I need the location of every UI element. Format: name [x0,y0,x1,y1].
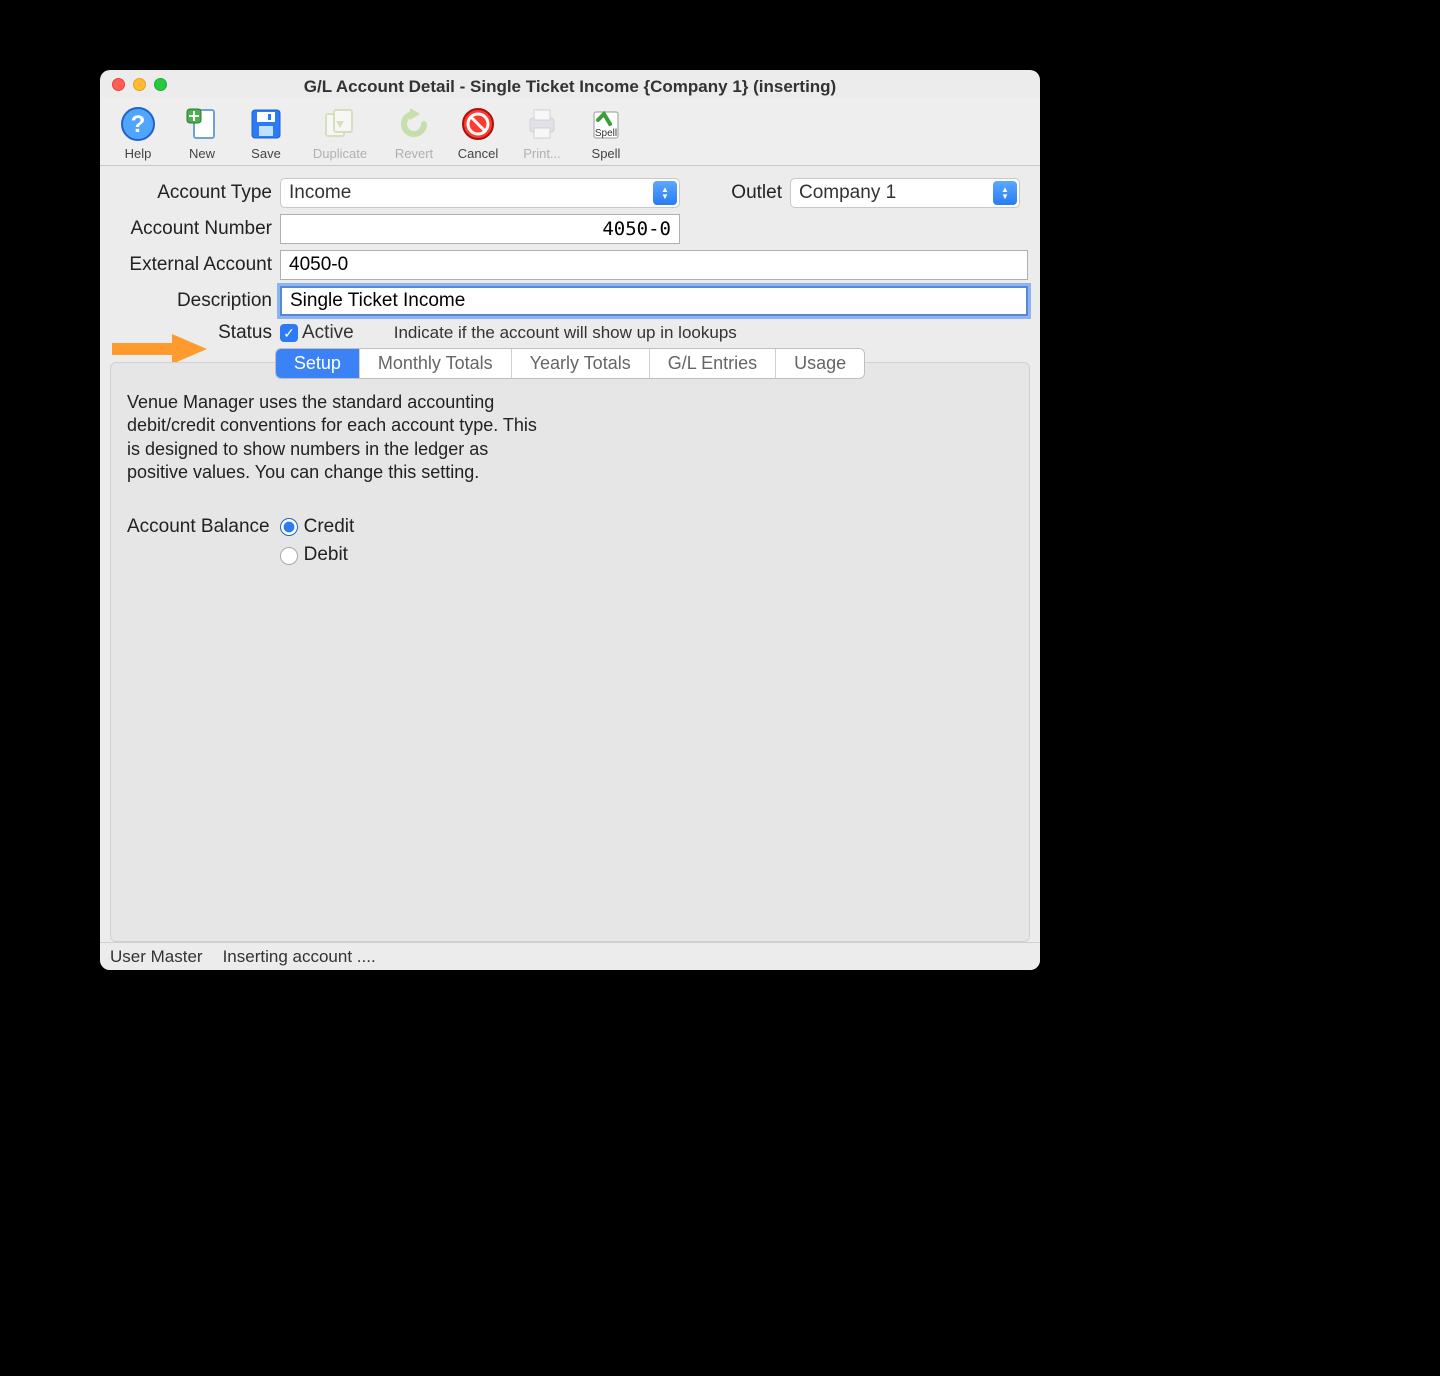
debit-label: Debit [304,543,348,568]
radio-selected-icon [280,518,298,536]
duplicate-icon [320,104,360,144]
balance-radio-group: Credit Debit [280,515,355,568]
print-icon [522,104,562,144]
tab-usage[interactable]: Usage [776,349,864,378]
cancel-label: Cancel [458,146,498,161]
outlet-label: Outlet [680,182,790,204]
status-message: Inserting account .... [223,947,376,967]
tab-setup[interactable]: Setup [276,349,360,378]
tab-panel: Setup Monthly Totals Yearly Totals G/L E… [110,362,1030,942]
help-button[interactable]: ? Help [106,104,170,161]
duplicate-button[interactable]: Duplicate [298,104,382,161]
account-type-value: Income [289,182,351,204]
spell-label: Spell [592,146,621,161]
help-icon: ? [118,104,158,144]
help-label: Help [125,146,152,161]
save-icon [246,104,286,144]
revert-button[interactable]: Revert [382,104,446,161]
save-label: Save [251,146,281,161]
account-number-input[interactable] [280,214,680,244]
close-button[interactable] [112,78,125,91]
external-account-input[interactable] [280,250,1028,280]
svg-text:?: ? [131,111,146,138]
external-account-label: External Account [100,254,280,276]
save-button[interactable]: Save [234,104,298,161]
new-label: New [189,146,215,161]
cancel-button[interactable]: Cancel [446,104,510,161]
setup-info-text: Venue Manager uses the standard accounti… [127,391,547,485]
spell-icon: Spell [586,104,626,144]
account-type-select[interactable]: Income ▲▼ [280,178,680,208]
account-balance-label: Account Balance [127,515,270,540]
new-button[interactable]: New [170,104,234,161]
credit-label: Credit [304,515,355,540]
titlebar: G/L Account Detail - Single Ticket Incom… [100,70,1040,98]
status-user: User Master [110,947,203,967]
statusbar: User Master Inserting account .... [100,942,1040,970]
spell-button[interactable]: Spell Spell [574,104,638,161]
tab-monthly[interactable]: Monthly Totals [360,349,512,378]
minimize-button[interactable] [133,78,146,91]
account-type-label: Account Type [100,182,280,204]
status-checkbox-label: Active [302,322,354,344]
toolbar: ? Help New Save Duplicate Rever [100,98,1040,166]
status-hint: Indicate if the account will show up in … [394,323,737,343]
description-label: Description [100,290,280,312]
print-button[interactable]: Print... [510,104,574,161]
chevron-updown-icon: ▲▼ [993,181,1017,205]
window: G/L Account Detail - Single Ticket Incom… [100,70,1040,970]
window-title: G/L Account Detail - Single Ticket Incom… [110,71,1030,97]
balance-credit-radio[interactable]: Credit [280,515,355,540]
zoom-button[interactable] [154,78,167,91]
duplicate-label: Duplicate [313,146,367,161]
account-number-label: Account Number [100,218,280,240]
status-label: Status [100,322,280,344]
outlet-select[interactable]: Company 1 ▲▼ [790,178,1020,208]
traffic-lights [112,78,167,91]
svg-text:Spell: Spell [595,128,617,139]
radio-unselected-icon [280,547,298,565]
cancel-icon [458,104,498,144]
form-area: Account Type Income ▲▼ Outlet Company 1 … [100,166,1040,354]
tab-body: Venue Manager uses the standard accounti… [111,363,1029,578]
revert-label: Revert [395,146,433,161]
print-label: Print... [523,146,561,161]
tab-gl-entries[interactable]: G/L Entries [650,349,776,378]
chevron-updown-icon: ▲▼ [653,181,677,205]
tabs: Setup Monthly Totals Yearly Totals G/L E… [111,348,1029,379]
description-input[interactable] [280,286,1028,316]
status-checkbox[interactable]: ✓ [280,324,298,342]
outlet-value: Company 1 [799,182,896,204]
new-icon [182,104,222,144]
tab-yearly[interactable]: Yearly Totals [512,349,650,378]
balance-debit-radio[interactable]: Debit [280,543,355,568]
revert-icon [394,104,434,144]
